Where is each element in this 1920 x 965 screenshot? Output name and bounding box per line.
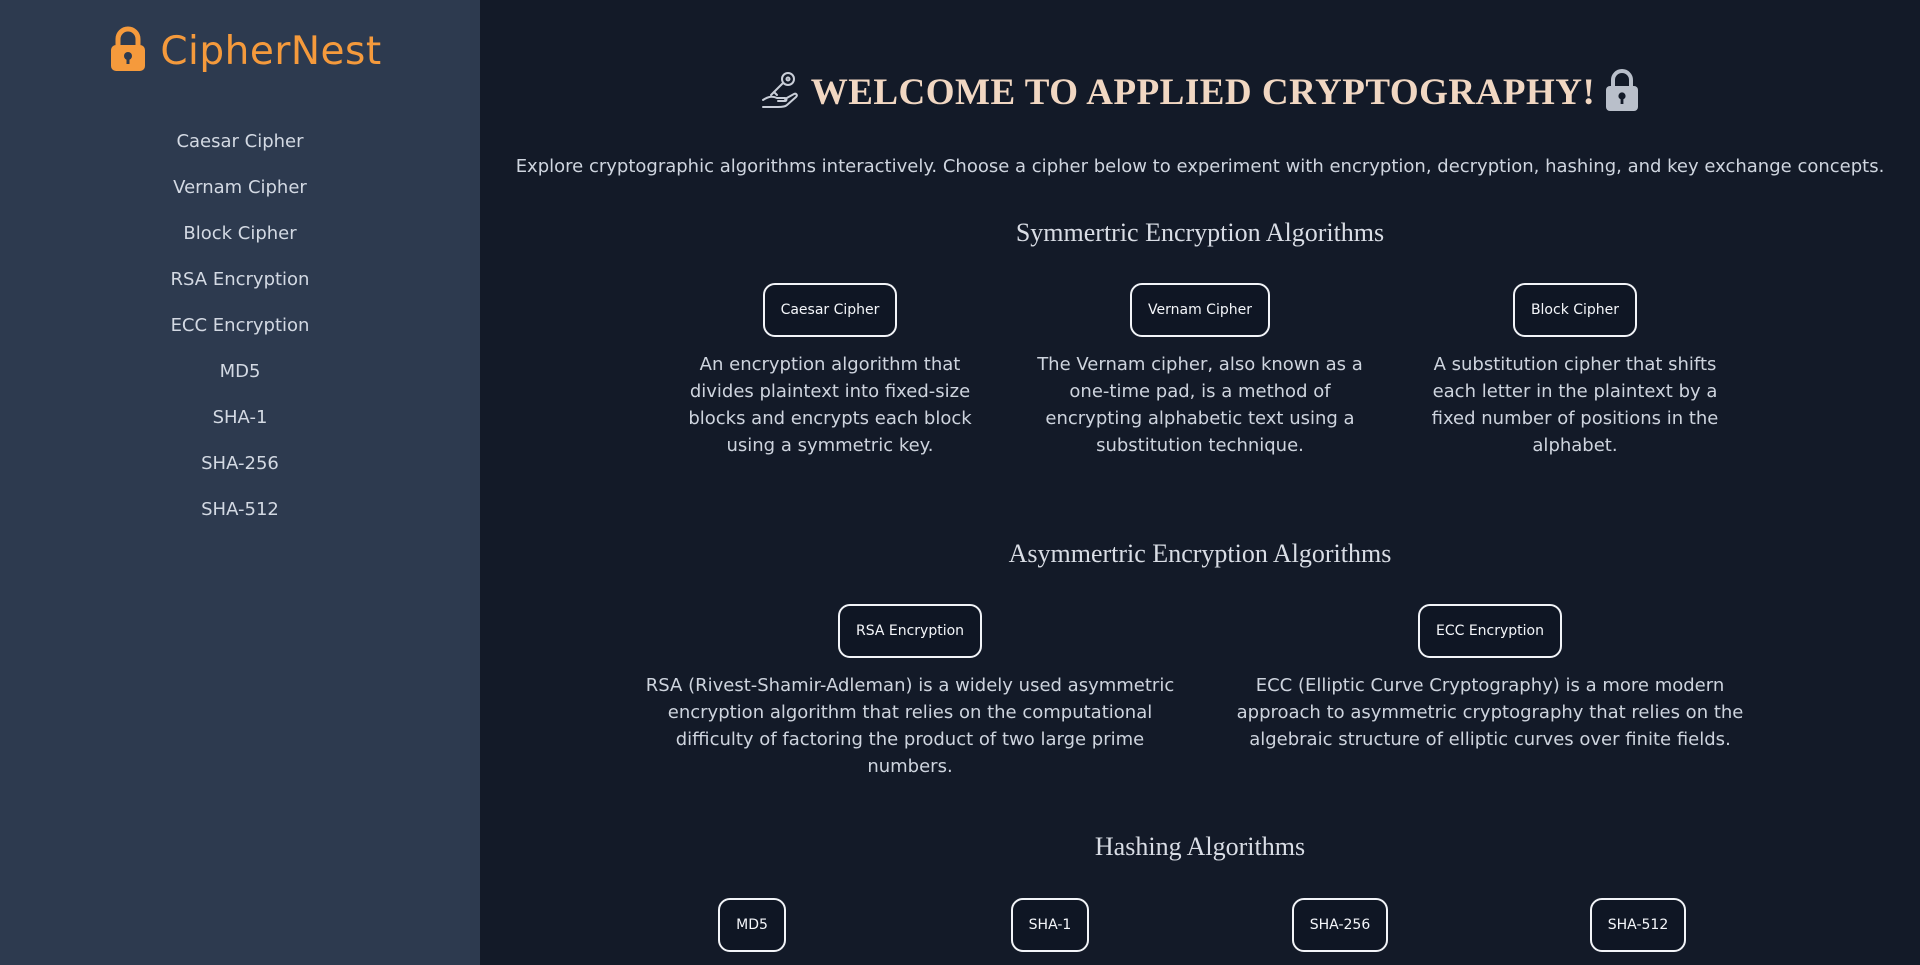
section-title-hashing: Hashing Algorithms — [1094, 832, 1306, 861]
main-content: WELCOME TO APPLIED CRYPTOGRAPHY! Explore… — [480, 0, 1920, 965]
brand-logo[interactable]: CipherNest — [108, 26, 381, 76]
sidebar-item-sha-512[interactable]: SHA-512 — [171, 490, 310, 536]
card-ecc-encryption: ECC Encryption ECC (Elliptic Curve Crypt… — [1225, 604, 1755, 753]
card-vernam-cipher: Vernam Cipher The Vernam cipher, also kn… — [1035, 283, 1365, 459]
block-cipher-button[interactable]: Block Cipher — [1512, 283, 1638, 337]
sidebar: CipherNest Caesar Cipher Vernam Cipher B… — [0, 0, 480, 965]
card-caesar-cipher: Caesar Cipher An encryption algorithm th… — [670, 283, 990, 459]
rsa-encryption-description: RSA (Rivest-Shamir-Adleman) is a widely … — [645, 675, 1175, 777]
card-sha-256: SHA-256 — [1260, 898, 1420, 952]
sidebar-item-sha-256[interactable]: SHA-256 — [171, 444, 310, 490]
lock-icon — [108, 26, 160, 76]
card-md5: MD5 — [672, 898, 832, 952]
lock-icon — [1603, 68, 1641, 116]
caesar-cipher-button[interactable]: Caesar Cipher — [762, 283, 898, 337]
sidebar-nav: Caesar Cipher Vernam Cipher Block Cipher… — [171, 122, 310, 536]
card-sha-512: SHA-512 — [1558, 898, 1718, 952]
ecc-encryption-button[interactable]: ECC Encryption — [1417, 604, 1562, 658]
vernam-cipher-description: The Vernam cipher, also known as a one-t… — [1037, 354, 1363, 456]
sidebar-item-vernam-cipher[interactable]: Vernam Cipher — [171, 168, 310, 214]
caesar-cipher-description: An encryption algorithm that divides pla… — [688, 354, 972, 456]
sidebar-item-caesar-cipher[interactable]: Caesar Cipher — [171, 122, 310, 168]
card-rsa-encryption: RSA Encryption RSA (Rivest-Shamir-Adlema… — [640, 604, 1180, 780]
block-cipher-description: A substitution cipher that shifts each l… — [1431, 354, 1719, 456]
page-title: WELCOME TO APPLIED CRYPTOGRAPHY! — [810, 71, 1596, 113]
sidebar-item-block-cipher[interactable]: Block Cipher — [171, 214, 310, 260]
card-sha-1: SHA-1 — [970, 898, 1130, 952]
page-header: WELCOME TO APPLIED CRYPTOGRAPHY! — [480, 68, 1920, 116]
vernam-cipher-button[interactable]: Vernam Cipher — [1130, 283, 1270, 337]
brand-name: CipherNest — [160, 28, 382, 74]
sidebar-item-md5[interactable]: MD5 — [171, 352, 310, 398]
card-block-cipher: Block Cipher A substitution cipher that … — [1410, 283, 1740, 459]
key-hand-icon — [759, 68, 803, 116]
section-title-symmetric: Symmertric Encryption Algorithms — [1015, 218, 1385, 247]
sha-256-button[interactable]: SHA-256 — [1291, 898, 1389, 952]
intro-text: Explore cryptographic algorithms interac… — [515, 156, 1885, 177]
ecc-encryption-description: ECC (Elliptic Curve Cryptography) is a m… — [1236, 675, 1744, 750]
section-title-asymmetric: Asymmertric Encryption Algorithms — [1008, 539, 1392, 568]
sidebar-item-rsa-encryption[interactable]: RSA Encryption — [171, 260, 310, 306]
sidebar-item-sha-1[interactable]: SHA-1 — [171, 398, 310, 444]
sidebar-item-ecc-encryption[interactable]: ECC Encryption — [171, 306, 310, 352]
sha-512-button[interactable]: SHA-512 — [1589, 898, 1687, 952]
md5-button[interactable]: MD5 — [718, 898, 786, 952]
rsa-encryption-button[interactable]: RSA Encryption — [837, 604, 983, 658]
sha-1-button[interactable]: SHA-1 — [1010, 898, 1090, 952]
